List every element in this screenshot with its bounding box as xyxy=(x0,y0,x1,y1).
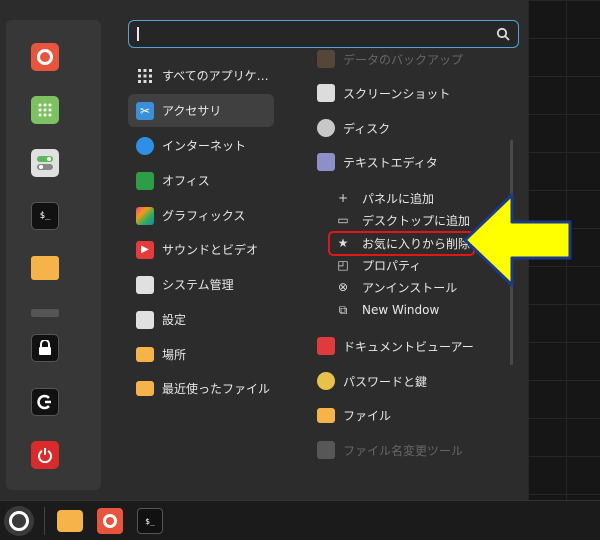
category-label: インターネット xyxy=(162,139,247,153)
category-label: オフィス xyxy=(162,174,210,188)
category-places[interactable]: 場所 xyxy=(128,338,274,371)
text-editor-icon xyxy=(317,153,335,171)
app-label: データのバックアップ xyxy=(343,52,464,67)
pointer-arrow-icon xyxy=(463,193,572,287)
power-icon[interactable] xyxy=(31,441,59,469)
document-viewer-icon xyxy=(317,337,335,355)
category-graphics[interactable]: グラフィックス xyxy=(128,199,274,232)
recent-files-icon xyxy=(136,381,154,396)
new-window-icon: ⧉ xyxy=(338,302,348,317)
category-internet[interactable]: インターネット xyxy=(128,129,274,162)
app-rename-tool[interactable]: ファイル名変更ツール xyxy=(317,436,463,464)
folder-icon[interactable] xyxy=(57,510,83,532)
app-label: パスワードと鍵 xyxy=(343,374,428,389)
app-label: ファイル名変更ツール xyxy=(343,443,464,458)
scissors-icon: ✂ xyxy=(136,101,154,120)
camera-icon xyxy=(317,84,335,102)
app-files[interactable]: ファイル xyxy=(317,401,391,429)
category-label: システム管理 xyxy=(162,278,234,292)
category-label: サウンドとビデオ xyxy=(162,243,259,257)
context-uninstall[interactable]: ⊗ アンインストール xyxy=(336,276,457,298)
category-label: 設定 xyxy=(162,313,187,327)
search-input[interactable] xyxy=(128,20,519,48)
app-label: テキストエディタ xyxy=(343,155,438,170)
apps-grid-icon[interactable] xyxy=(31,96,59,124)
taskbar: $_ xyxy=(0,500,600,540)
app-backup-partial[interactable]: データのバックアップ xyxy=(317,45,463,73)
search-icon xyxy=(496,27,510,41)
category-accessories[interactable]: ✂ アクセサリ xyxy=(128,94,274,127)
app-document-viewer[interactable]: ドキュメントビューアー xyxy=(317,332,474,360)
context-label: アンインストール xyxy=(362,280,458,295)
context-label: デスクトップに追加 xyxy=(362,213,471,228)
app-passwords-keys[interactable]: パスワードと鍵 xyxy=(317,367,427,395)
category-recent-files[interactable]: 最近使ったファイル xyxy=(128,372,274,405)
graphics-icon xyxy=(136,206,154,225)
logout-icon[interactable] xyxy=(31,388,59,416)
taskbar-separator xyxy=(44,507,45,535)
folder-icon xyxy=(136,347,154,362)
category-label: アクセサリ xyxy=(162,104,222,118)
context-label: パネルに追加 xyxy=(362,191,435,206)
terminal-icon[interactable]: $_ xyxy=(31,202,59,230)
app-label: ディスク xyxy=(343,121,391,136)
app-label: スクリーンショット xyxy=(343,86,451,101)
properties-icon: ◰ xyxy=(337,258,349,272)
rename-icon xyxy=(317,441,335,459)
play-icon: ▶ xyxy=(136,240,154,259)
toggle-settings-icon[interactable] xyxy=(31,149,59,177)
category-label: すべてのアプリケ… xyxy=(162,69,269,83)
folder-icon[interactable] xyxy=(31,256,59,280)
category-office[interactable]: オフィス xyxy=(128,164,274,197)
category-settings[interactable]: 設定 xyxy=(128,303,274,336)
terminal-icon[interactable]: $_ xyxy=(137,508,163,534)
app-label: ドキュメントビューアー xyxy=(343,339,474,354)
context-add-to-desktop[interactable]: ▭ デスクトップに追加 xyxy=(336,209,470,231)
app-screenshot[interactable]: スクリーンショット xyxy=(317,79,450,107)
context-new-window[interactable]: ⧉ New Window xyxy=(336,299,440,321)
separator-icon xyxy=(31,309,59,317)
backup-icon xyxy=(317,50,335,68)
terminal-prompt: $_ xyxy=(145,516,155,526)
highlight-box xyxy=(328,231,475,256)
grid-icon xyxy=(138,68,152,83)
category-system[interactable]: システム管理 xyxy=(128,268,274,301)
mint-menu-icon[interactable] xyxy=(4,506,34,536)
uninstall-icon: ⊗ xyxy=(337,280,349,294)
lock-icon[interactable] xyxy=(31,334,59,362)
context-properties[interactable]: ◰ プロパティ xyxy=(336,254,421,276)
settings-icon xyxy=(136,310,154,329)
category-sound-video[interactable]: ▶ サウンドとビデオ xyxy=(128,233,274,266)
firefox-icon[interactable] xyxy=(31,43,59,71)
context-label: New Window xyxy=(362,303,440,317)
plus-icon: + xyxy=(337,191,349,205)
system-icon xyxy=(136,275,154,294)
category-all-apps[interactable]: すべてのアプリケ… xyxy=(128,59,274,92)
folder-icon xyxy=(317,407,335,423)
category-label: 場所 xyxy=(162,348,187,362)
office-icon xyxy=(136,171,154,190)
firefox-icon[interactable] xyxy=(97,508,123,534)
disk-icon xyxy=(317,119,335,137)
monitor-icon: ▭ xyxy=(337,213,349,227)
favorites-bar xyxy=(6,20,101,490)
context-add-to-panel[interactable]: + パネルに追加 xyxy=(336,187,434,209)
category-label: グラフィックス xyxy=(162,209,246,223)
cloud-icon xyxy=(136,136,154,155)
context-label: プロパティ xyxy=(362,258,422,273)
terminal-prompt: $_ xyxy=(39,211,51,221)
app-disks[interactable]: ディスク xyxy=(317,114,390,142)
key-icon xyxy=(317,372,335,390)
app-text-editor[interactable]: テキストエディタ xyxy=(317,148,438,176)
text-caret xyxy=(137,27,139,41)
start-menu: $_ すべてのアプリケ… ✂ アクセサリ インターネット オフィス グラフィック… xyxy=(0,0,528,500)
app-label: ファイル xyxy=(343,408,392,423)
category-label: 最近使ったファイル xyxy=(162,382,271,396)
